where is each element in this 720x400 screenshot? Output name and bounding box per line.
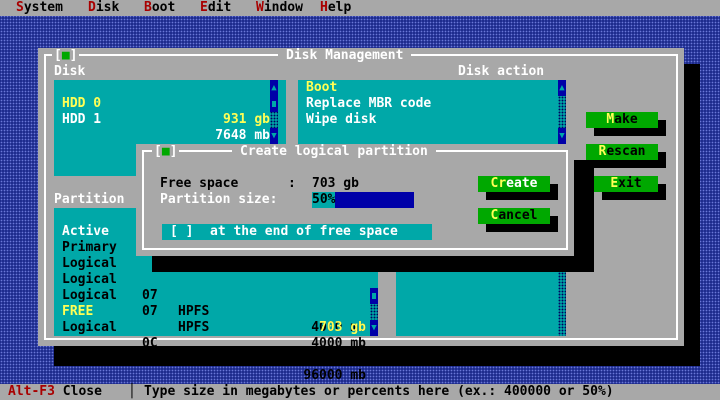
scroll-up-icon[interactable]: ▲ — [558, 80, 566, 96]
create-button[interactable]: Create — [478, 176, 550, 192]
end-of-free-space-checkbox[interactable]: [ ] at the end of free space — [162, 224, 432, 240]
action-item[interactable]: Boot — [306, 80, 337, 96]
menu-edit-hotkey: E — [200, 0, 208, 15]
status-bar: Alt-F3 Close │ Type size in megabytes or… — [0, 384, 720, 400]
disk-list-scrollbar[interactable]: ▲ ▼ — [270, 80, 278, 144]
disk-action-label: Disk action — [458, 64, 545, 79]
scroll-down-icon[interactable]: ▼ — [370, 320, 378, 336]
free-space-label: Free space — [160, 176, 239, 191]
partition-size-input[interactable]: 50% — [312, 192, 414, 208]
partition-size-value: 50% — [312, 192, 336, 208]
scroll-up-icon[interactable]: ▲ — [270, 80, 278, 96]
menu-window-label: indow — [263, 0, 303, 15]
partition-fs: HPFS — [178, 320, 210, 335]
close-shortcut[interactable]: Alt-F3 Close — [8, 384, 102, 400]
menu-bar: System Disk Boot Edit Window Help — [0, 0, 720, 16]
menu-window-hotkey: W — [256, 0, 264, 15]
create-button-hotkey: Cr — [490, 176, 507, 191]
partition-id: 0C — [142, 336, 158, 351]
cancel-button[interactable]: Cancel — [478, 208, 550, 224]
cancel-button-label: ancel — [498, 208, 538, 223]
scroll-thumb[interactable] — [270, 96, 278, 112]
window-close-box[interactable]: [■] — [52, 48, 80, 64]
scroll-track[interactable] — [370, 304, 378, 320]
scroll-down-icon[interactable]: ▼ — [270, 128, 278, 144]
menu-system[interactable]: System — [16, 0, 63, 16]
action-list-scrollbar[interactable]: ▲ ▼ — [558, 80, 566, 144]
status-separator: │ — [128, 384, 136, 399]
rescan-button-label: escan — [606, 144, 646, 159]
status-hint: Type size in megabytes or percents here … — [144, 384, 614, 399]
make-button-label: ake — [614, 112, 638, 127]
shortcut-key: Alt-F3 — [8, 384, 55, 399]
menu-system-hotkey: S — [16, 0, 24, 15]
menu-edit[interactable]: Edit — [200, 0, 231, 16]
scroll-down-icon[interactable]: ▼ — [558, 128, 566, 144]
menu-disk-hotkey: D — [88, 0, 96, 15]
exit-button-label: xit — [618, 176, 642, 191]
disk-item-name: HDD 1 — [62, 112, 102, 127]
partition-size-label: Partition size: — [160, 192, 278, 207]
menu-window[interactable]: Window — [256, 0, 303, 16]
menu-help-label: elp — [327, 0, 352, 15]
create-button-label: eate — [506, 176, 538, 191]
menu-edit-label: dit — [207, 0, 232, 15]
disk-action-list[interactable]: Boot Replace MBR code Wipe disk — [298, 80, 566, 144]
scroll-track[interactable] — [558, 272, 566, 336]
dialog-close-box[interactable]: [■] — [152, 144, 180, 160]
window-shadow-right — [684, 64, 700, 366]
checkbox-icon: [ ] — [170, 224, 194, 239]
partition-size: 703 gb — [319, 320, 366, 335]
menu-disk-label: isk — [95, 0, 120, 15]
free-space-value: 703 gb — [312, 176, 359, 191]
partition-type: Logical — [62, 320, 117, 335]
shortcut-label: Close — [62, 384, 102, 399]
action-item[interactable]: Wipe disk — [306, 112, 376, 128]
partition-size: 96000 mb — [303, 368, 366, 383]
create-partition-dialog: [■] Create logical partition Free space … — [136, 144, 574, 256]
info-panel-scrollbar[interactable] — [558, 272, 566, 336]
disk-item-size: 7648 mb — [215, 128, 270, 143]
partition-label: Partition — [54, 192, 125, 207]
partition-row[interactable]: Logical 0C unformatted 96000 mb — [62, 304, 366, 383]
menu-help[interactable]: Help — [320, 0, 351, 16]
action-item[interactable]: Replace MBR code — [306, 96, 431, 112]
dialog-title: Create logical partition — [232, 144, 436, 160]
menu-boot-hotkey: B — [144, 0, 152, 15]
rescan-button[interactable]: Rescan — [586, 144, 658, 160]
checkbox-label: at the end of free space — [210, 224, 398, 239]
make-button[interactable]: Make — [586, 112, 658, 128]
menu-boot[interactable]: Boot — [144, 0, 175, 16]
partition-list-scrollbar[interactable]: ▼ — [370, 288, 378, 336]
free-space-separator: : — [288, 176, 296, 191]
partition-size: 4000 mb — [311, 336, 366, 351]
make-button-hotkey: M — [606, 112, 615, 127]
disk-label: Disk — [54, 64, 86, 79]
menu-help-hotkey: H — [320, 0, 328, 15]
partition-row[interactable]: FREE 703 gb — [62, 288, 366, 335]
menu-system-label: ystem — [23, 0, 63, 15]
scroll-thumb[interactable] — [370, 288, 378, 304]
partition-fs: unformatted — [178, 352, 265, 367]
partition-row[interactable]: Logical 07 HPFS 4000 mb — [62, 272, 366, 351]
window-title: Disk Management — [278, 48, 412, 64]
exit-button-hotkey: E — [610, 176, 619, 191]
menu-boot-label: oot — [151, 0, 176, 15]
exit-button[interactable]: Exit — [594, 176, 658, 192]
menu-disk[interactable]: Disk — [88, 0, 119, 16]
dialog-shadow-bottom — [152, 256, 594, 272]
partition-info-panel — [396, 272, 566, 336]
scroll-track[interactable] — [558, 96, 566, 128]
desktop: { "menubar": { "items": [ {"hot": "S", "… — [0, 0, 720, 400]
